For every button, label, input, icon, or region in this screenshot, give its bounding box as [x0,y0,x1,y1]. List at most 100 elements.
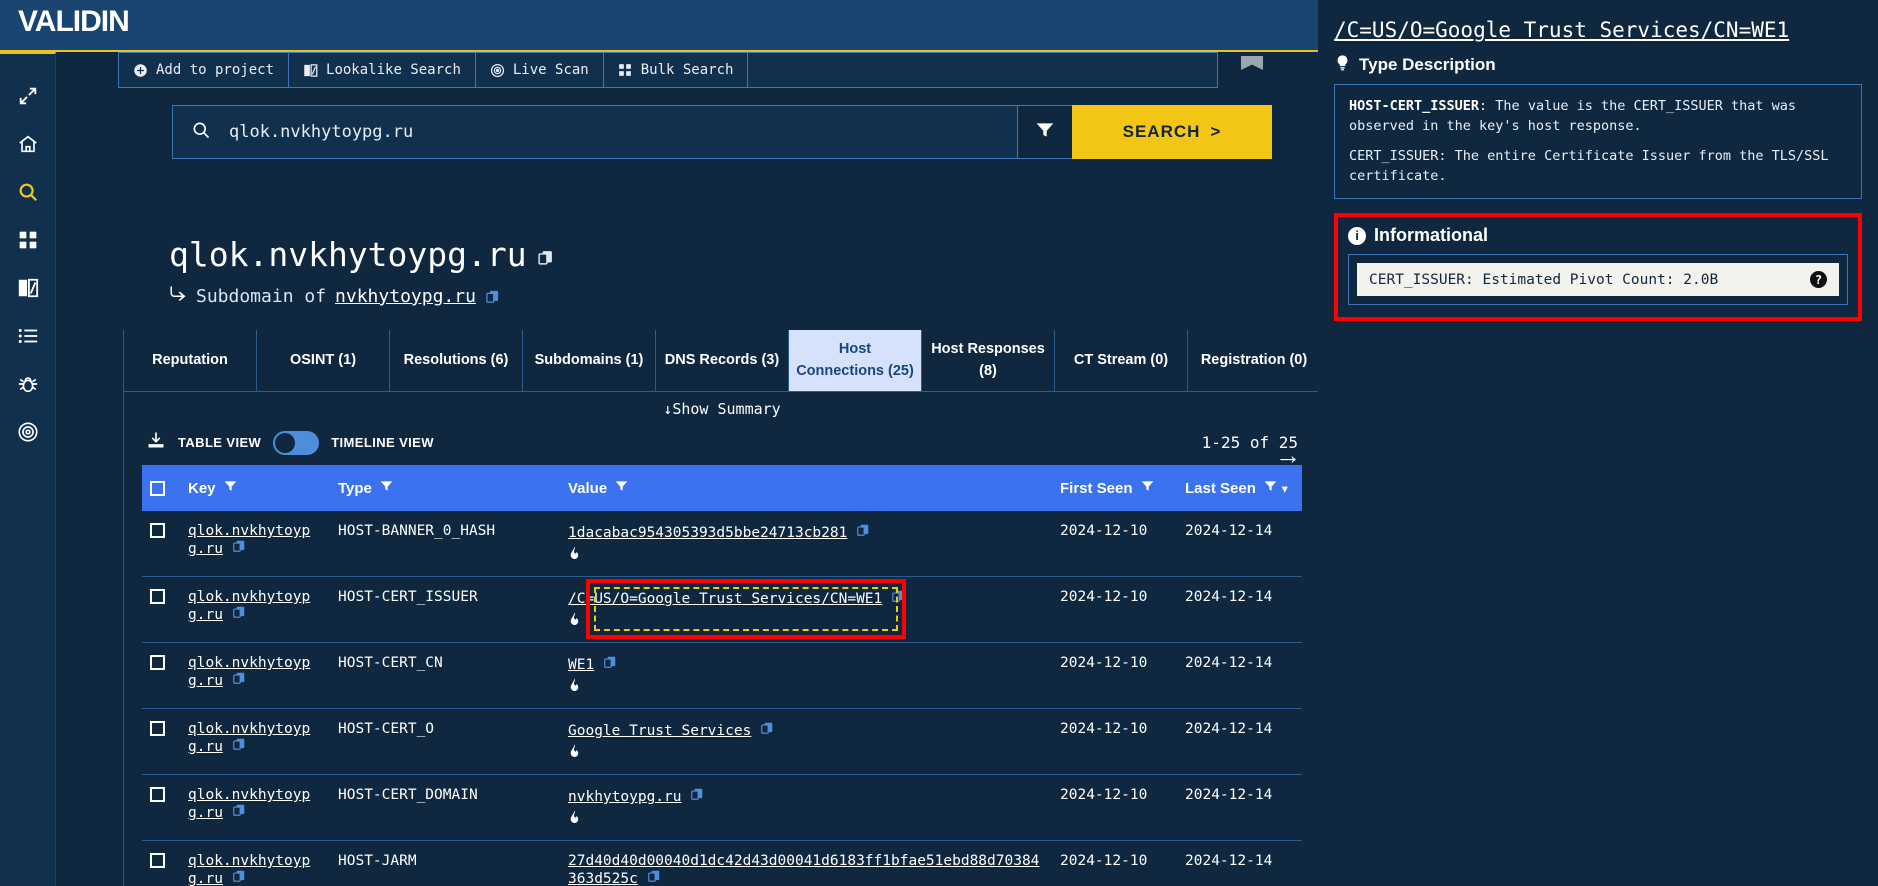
copy-icon[interactable] [485,289,500,304]
column-header-type[interactable]: Type [330,465,560,511]
select-all-header[interactable] [142,465,180,511]
tab-host-responses[interactable]: Host Responses (8) [922,330,1055,391]
question-mark-icon[interactable]: ? [1810,271,1827,289]
row-first-seen-cell: 2024-12-10 [1052,642,1177,709]
copy-icon[interactable] [232,540,246,557]
row-select-cell[interactable] [142,511,180,577]
sidebar-item-home[interactable] [0,120,56,168]
search-icon [191,120,211,145]
tab-subdomains[interactable]: Subdomains (1) [523,330,656,391]
row-key-cell: qlok.nvkhytoypg.ru [180,840,330,886]
row-checkbox[interactable] [150,655,165,670]
search-submit-button[interactable]: SEARCH > [1072,105,1272,159]
row-select-cell[interactable] [142,708,180,775]
row-select-cell[interactable] [142,774,180,841]
column-header-last-seen[interactable]: Last Seen ▾ [1177,465,1302,511]
row-checkbox[interactable] [150,787,165,802]
column-header-key[interactable]: Key [180,465,330,511]
detail-title[interactable]: /C=US/O=Google Trust Services/CN=WE1 [1334,18,1862,42]
bookmark-icon[interactable] [1241,56,1263,70]
row-value-link[interactable]: nvkhytoypg.ru [568,789,682,805]
sidebar-item-lookalike[interactable] [0,264,56,312]
arrow-turn-icon [169,285,187,308]
row-key-link[interactable]: qlok.nvkhytoypg.ru [188,523,310,557]
filter-icon[interactable] [614,479,629,497]
row-checkbox[interactable] [150,589,165,604]
row-first-seen-cell: 2024-12-10 [1052,511,1177,577]
tab-resolutions[interactable]: Resolutions (6) [390,330,523,391]
copy-icon[interactable] [232,606,246,623]
search-input-container[interactable] [172,105,1018,159]
copy-icon[interactable] [232,738,246,755]
live-scan-button[interactable]: Live Scan [476,53,604,87]
copy-icon[interactable] [856,524,870,541]
search-input[interactable] [229,122,999,142]
tab-osint[interactable]: OSINT (1) [257,330,390,391]
filter-icon[interactable] [1263,479,1278,497]
copy-icon[interactable] [891,590,905,607]
filter-icon[interactable] [1140,479,1155,497]
logo-text: VALIDIN [18,5,130,38]
row-checkbox[interactable] [150,721,165,736]
lookalike-search-button[interactable]: Lookalike Search [289,53,476,87]
add-to-project-button[interactable]: Add to project [119,53,290,87]
parent-domain-link[interactable]: nvkhytoypg.ru [335,286,476,307]
row-key-link[interactable]: qlok.nvkhytoypg.ru [188,721,310,755]
sidebar-item-search[interactable] [0,168,56,216]
row-key-link[interactable]: qlok.nvkhytoypg.ru [188,655,310,689]
sidebar-item-expand[interactable] [0,72,56,120]
pivot-count-text: CERT_ISSUER: Estimated Pivot Count: 2.0B [1369,271,1719,288]
download-icon[interactable] [146,430,166,455]
column-header-first-seen[interactable]: First Seen [1052,465,1177,511]
target-icon [17,421,39,443]
pivot-flame-icon[interactable] [568,809,1044,828]
pivot-flame-icon[interactable] [568,611,1044,630]
pivot-count-row[interactable]: CERT_ISSUER: Estimated Pivot Count: 2.0B… [1357,263,1839,297]
copy-icon[interactable] [603,656,617,673]
copy-icon[interactable] [232,870,246,886]
column-header-value[interactable]: Value [560,465,1052,511]
tab-ct-stream[interactable]: CT Stream (0) [1055,330,1188,391]
tab-dns-records[interactable]: DNS Records (3) [656,330,789,391]
info-icon: i [1348,226,1366,245]
select-all-checkbox[interactable] [150,480,165,496]
row-value-link[interactable]: 1dacabac954305393d5bbe24713cb281 [568,525,847,541]
view-mode-toggle[interactable] [273,430,320,455]
copy-icon[interactable] [647,870,661,886]
row-select-cell[interactable] [142,840,180,886]
app-logo[interactable]: VALIDIN [18,5,130,39]
sidebar-item-dashboard[interactable] [0,216,56,264]
tab-registration[interactable]: Registration (0) [1188,330,1318,391]
row-key-link[interactable]: qlok.nvkhytoypg.ru [188,853,310,886]
row-checkbox[interactable] [150,523,165,538]
show-summary-toggle[interactable]: ↓ Show Summary [124,392,1318,426]
tab-reputation[interactable]: Reputation [124,330,257,391]
copy-icon[interactable] [690,788,704,805]
row-select-cell[interactable] [142,576,180,643]
filter-icon[interactable] [223,479,238,497]
copy-icon[interactable] [232,672,246,689]
search-filter-button[interactable] [1018,105,1072,159]
row-select-cell[interactable] [142,642,180,709]
pivot-flame-icon[interactable] [568,677,1044,696]
pivot-flame-icon[interactable] [568,545,1044,564]
bulk-search-button[interactable]: Bulk Search [604,53,749,87]
filter-icon[interactable] [379,479,394,497]
copy-icon[interactable] [232,804,246,821]
row-value-link[interactable]: /C=US/O=Google Trust Services/CN=WE1 [568,591,882,607]
row-value-link[interactable]: 27d40d40d00040d1dc42d43d00041d6183ff1bfa… [568,853,1039,886]
pivot-flame-icon[interactable] [568,743,1044,762]
row-key-link[interactable]: qlok.nvkhytoypg.ru [188,589,310,623]
row-value-link[interactable]: Google Trust Services [568,723,751,739]
copy-icon[interactable] [537,249,554,266]
sidebar-item-threats[interactable] [0,360,56,408]
row-checkbox[interactable] [150,853,165,868]
sidebar-item-lists[interactable] [0,312,56,360]
copy-icon[interactable] [760,722,774,739]
sidebar-item-livescan[interactable] [0,408,56,456]
row-value-link[interactable]: WE1 [568,657,594,673]
sort-caret-icon[interactable]: ▾ [1282,484,1288,496]
table-body: qlok.nvkhytoypg.ru HOST-BANNER_0_HASH 1da… [142,511,1302,886]
row-key-link[interactable]: qlok.nvkhytoypg.ru [188,787,310,821]
tab-host-connections[interactable]: Host Connections (25) [789,330,922,391]
